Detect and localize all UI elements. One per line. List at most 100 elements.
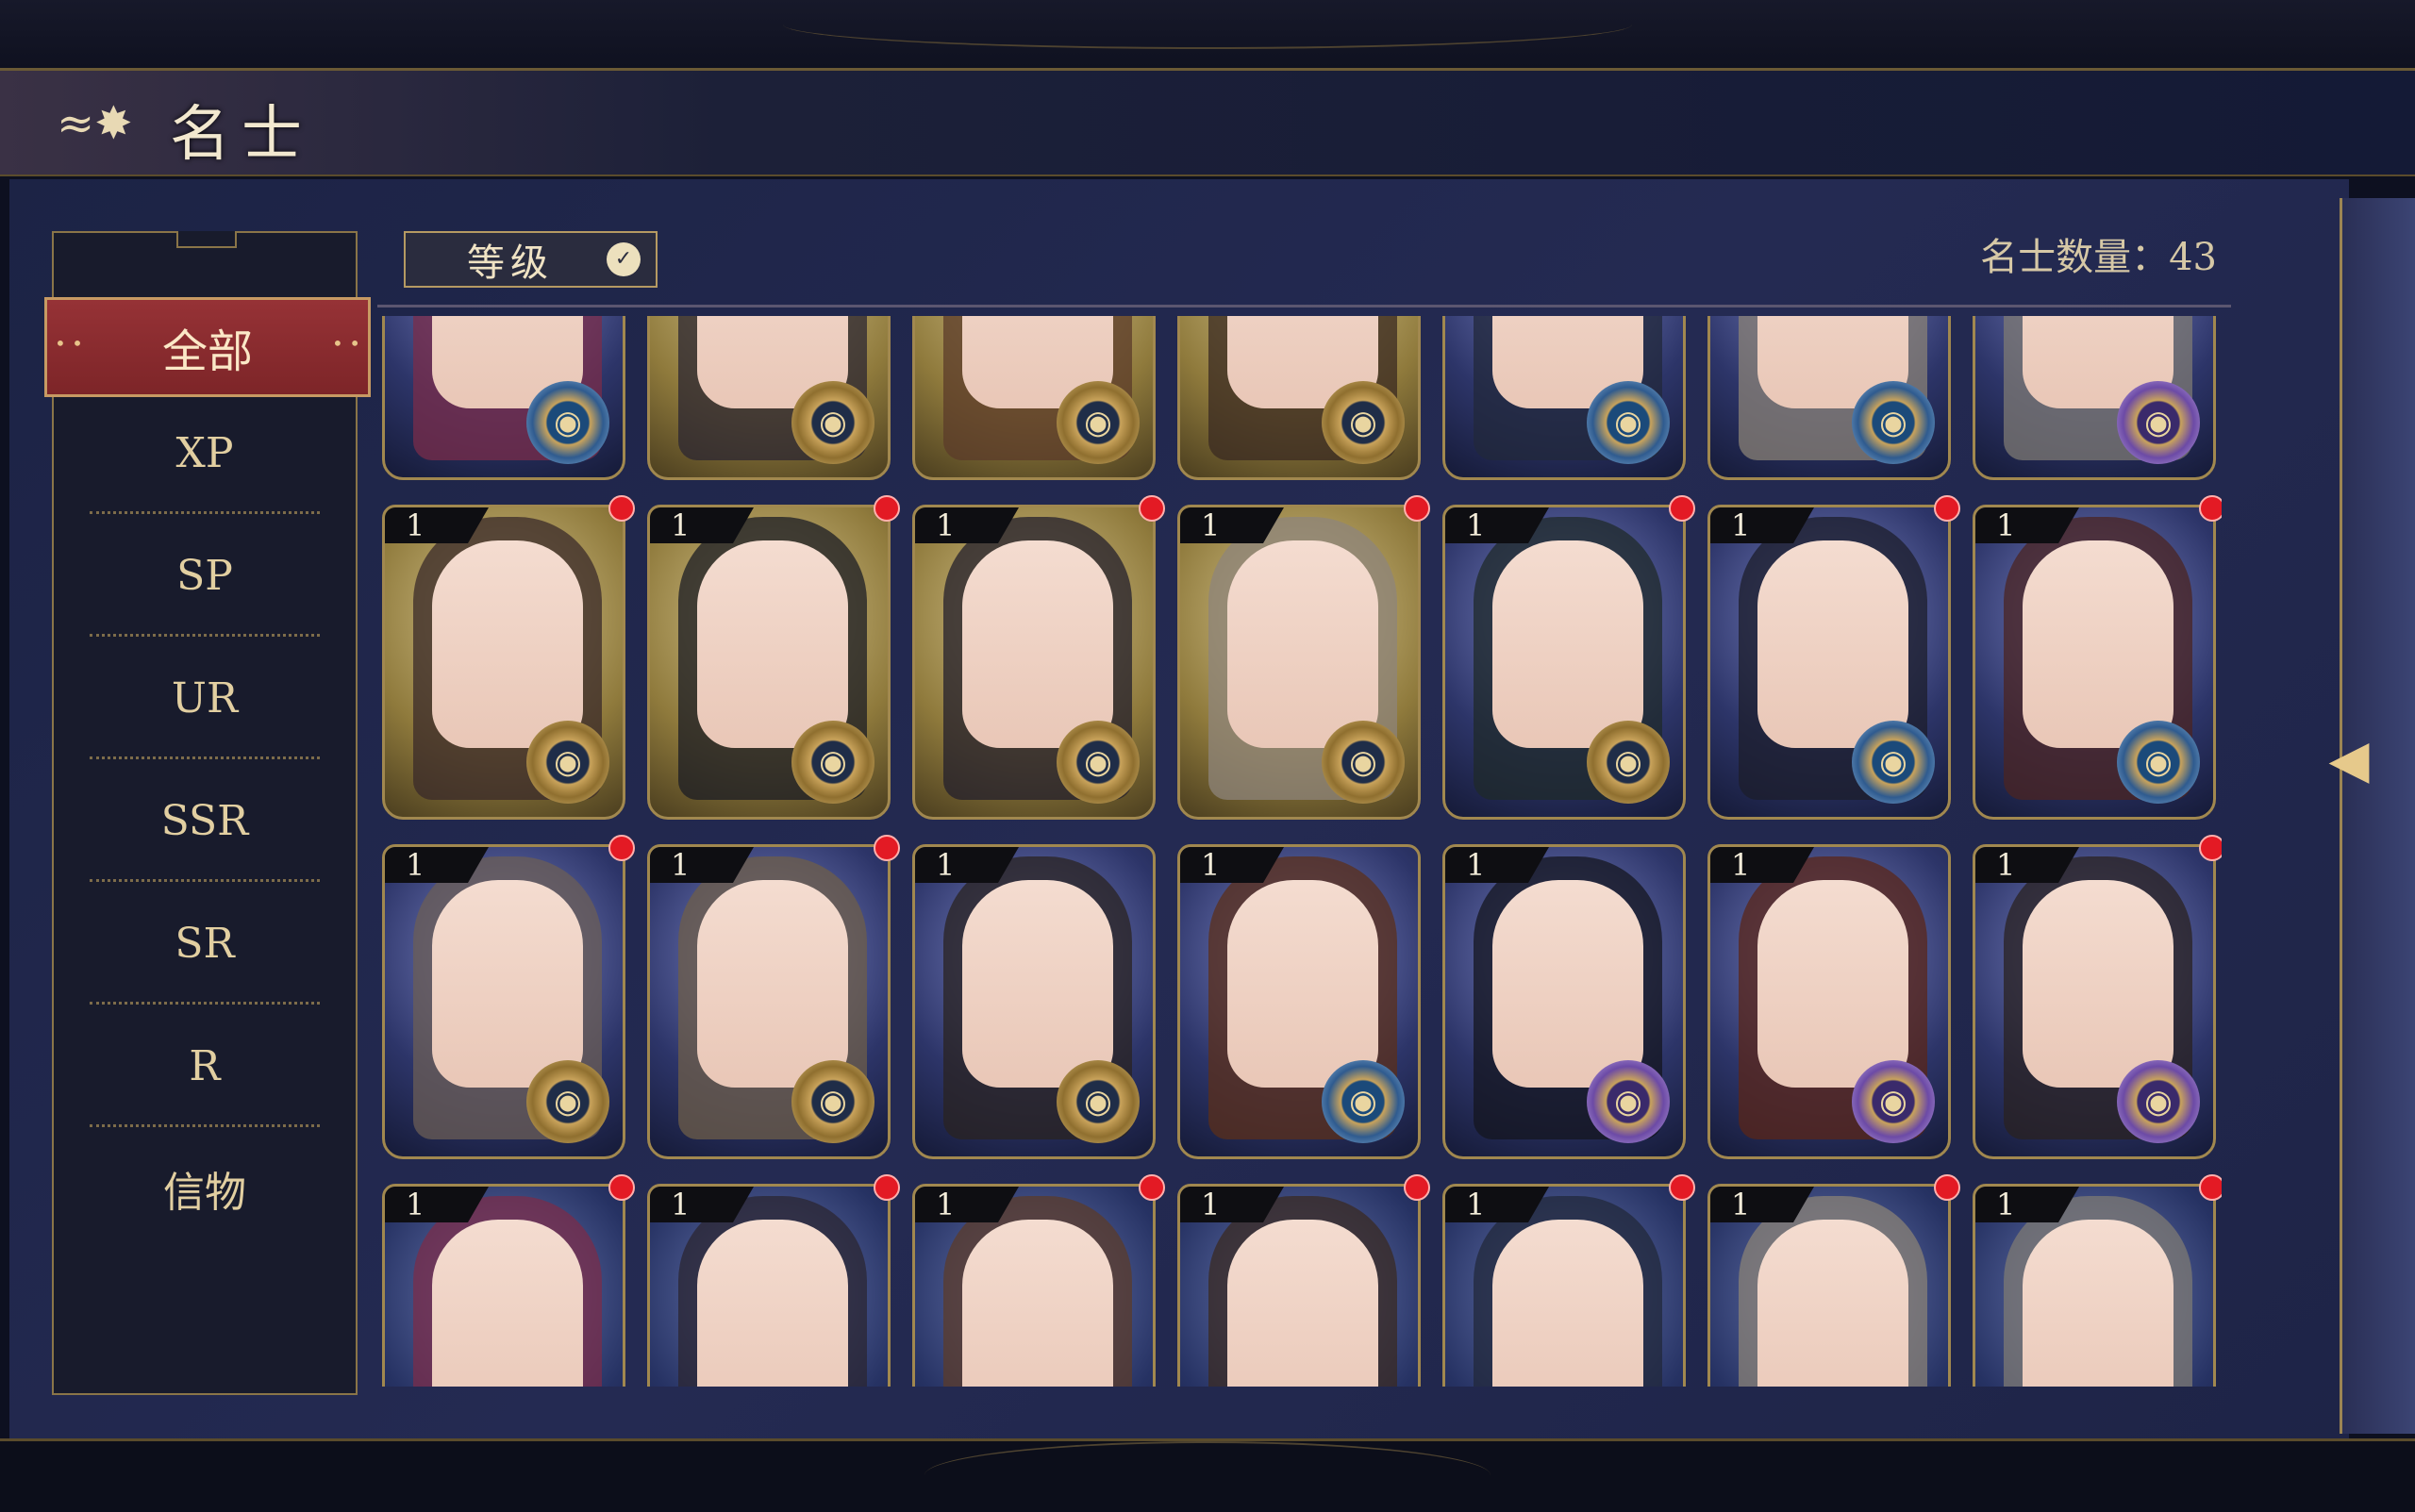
faction-medal-icon: ◉ (526, 381, 609, 464)
tab-r[interactable]: R (54, 1005, 356, 1127)
hero-card[interactable]: 1◉ (1177, 1184, 1421, 1387)
hero-portrait (1757, 880, 1908, 1088)
tab-ur[interactable]: UR (54, 637, 356, 759)
cloud-swirl-icon[interactable]: ≈✸ (57, 99, 151, 148)
hero-card[interactable]: 1◉ (1442, 844, 1686, 1159)
notification-dot (2199, 495, 2222, 522)
sort-dropdown[interactable]: 等级 ✓ (404, 231, 658, 288)
hero-card[interactable]: 1◉ (1973, 1184, 2216, 1387)
hero-portrait (1227, 880, 1378, 1088)
collapse-arrow-icon[interactable]: ◀ (2316, 698, 2382, 821)
page-title: 名士 (170, 100, 313, 170)
hero-card[interactable]: ◉ (382, 316, 625, 480)
hero-card[interactable]: 1◉ (647, 1184, 891, 1387)
hero-card[interactable]: ◉ (1177, 316, 1421, 480)
faction-medal-icon: ◉ (1057, 1060, 1140, 1143)
faction-medal-icon: ◉ (2117, 721, 2200, 804)
filter-sidebar: 全部 XP SP UR SSR SR R 信物 (44, 231, 371, 1395)
hero-card[interactable]: 1◉ (912, 1184, 1156, 1387)
header-bar: ≈✸ 名士 (0, 71, 2415, 176)
hero-card[interactable]: ◉ (1442, 316, 1686, 480)
hero-card[interactable]: 1◉ (382, 505, 625, 820)
faction-medal-icon: ◉ (791, 721, 874, 804)
faction-medal-icon: ◉ (2117, 381, 2200, 464)
hero-card[interactable]: 1◉ (1707, 844, 1951, 1159)
hero-card[interactable]: 1◉ (1442, 505, 1686, 820)
notification-dot (1139, 1174, 1165, 1201)
hero-portrait (1757, 540, 1908, 748)
hero-grid[interactable]: ◉◉◉◉◉◉◉1◉1◉1◉1◉1◉1◉1◉1◉1◉1◉1◉1◉1◉1◉1◉1◉1… (382, 316, 2222, 1387)
notification-dot (1934, 495, 1960, 522)
bottom-ornament (924, 1441, 1491, 1509)
faction-medal-icon: ◉ (1322, 721, 1405, 804)
hero-portrait (1492, 540, 1643, 748)
hero-portrait (697, 540, 848, 748)
notification-dot (874, 1174, 900, 1201)
tab-sp[interactable]: SP (54, 514, 356, 637)
hero-card[interactable]: 1◉ (1707, 505, 1951, 820)
hero-portrait (962, 880, 1113, 1088)
notification-dot (2199, 1174, 2222, 1201)
faction-medal-icon: ◉ (526, 721, 609, 804)
faction-medal-icon: ◉ (1587, 381, 1670, 464)
faction-medal-icon: ◉ (526, 1060, 609, 1143)
hero-portrait (962, 1220, 1113, 1387)
hero-card[interactable]: 1◉ (1442, 1184, 1686, 1387)
faction-medal-icon: ◉ (1057, 721, 1140, 804)
hero-portrait (962, 540, 1113, 748)
hero-card[interactable]: 1◉ (647, 844, 891, 1159)
sort-label: 等级 (467, 241, 554, 285)
faction-medal-icon: ◉ (1852, 1060, 1935, 1143)
notification-dot (1934, 1174, 1960, 1201)
hero-card[interactable]: ◉ (1707, 316, 1951, 480)
hero-portrait (432, 1220, 583, 1387)
hero-portrait (432, 880, 583, 1088)
hero-portrait (2023, 1220, 2174, 1387)
hero-portrait (1492, 1220, 1643, 1387)
faction-medal-icon: ◉ (1322, 1060, 1405, 1143)
hero-portrait (432, 540, 583, 748)
notification-dot (874, 835, 900, 861)
tab-token[interactable]: 信物 (54, 1127, 356, 1250)
hero-portrait (1492, 880, 1643, 1088)
tab-all[interactable]: 全部 (44, 297, 371, 397)
notification-dot (608, 835, 635, 861)
hero-count: 名士数量：43 (1980, 236, 2217, 279)
hero-portrait (1757, 1220, 1908, 1387)
faction-medal-icon: ◉ (1587, 1060, 1670, 1143)
notification-dot (1669, 1174, 1695, 1201)
tab-ssr[interactable]: SSR (54, 759, 356, 882)
faction-medal-icon: ◉ (1852, 381, 1935, 464)
faction-medal-icon: ◉ (2117, 1060, 2200, 1143)
hero-card[interactable]: 1◉ (1177, 844, 1421, 1159)
notification-dot (608, 1174, 635, 1201)
hero-card[interactable]: 1◉ (1973, 844, 2216, 1159)
faction-medal-icon: ◉ (791, 381, 874, 464)
notification-dot (1139, 495, 1165, 522)
hero-card[interactable]: 1◉ (912, 844, 1156, 1159)
faction-medal-icon: ◉ (1057, 381, 1140, 464)
hero-card[interactable]: 1◉ (912, 505, 1156, 820)
hero-card[interactable]: 1◉ (1973, 505, 2216, 820)
hero-card[interactable]: 1◉ (382, 844, 625, 1159)
hero-card[interactable]: ◉ (1973, 316, 2216, 480)
hero-card[interactable]: ◉ (647, 316, 891, 480)
faction-medal-icon: ◉ (1852, 721, 1935, 804)
hero-card[interactable]: 1◉ (1707, 1184, 1951, 1387)
tab-xp[interactable]: XP (54, 391, 356, 514)
hero-card[interactable]: 1◉ (382, 1184, 625, 1387)
top-ornament (783, 0, 1632, 49)
notification-dot (874, 495, 900, 522)
tab-sr[interactable]: SR (54, 882, 356, 1005)
faction-medal-icon: ◉ (1322, 381, 1405, 464)
hero-portrait (1227, 1220, 1378, 1387)
hero-card[interactable]: 1◉ (1177, 505, 1421, 820)
faction-medal-icon: ◉ (1587, 721, 1670, 804)
top-frame (0, 0, 2415, 71)
notification-dot (1404, 1174, 1430, 1201)
hero-card[interactable]: 1◉ (647, 505, 891, 820)
hero-portrait (2023, 540, 2174, 748)
hero-card[interactable]: ◉ (912, 316, 1156, 480)
grid-divider (377, 305, 2231, 307)
bottom-frame (0, 1438, 2415, 1512)
